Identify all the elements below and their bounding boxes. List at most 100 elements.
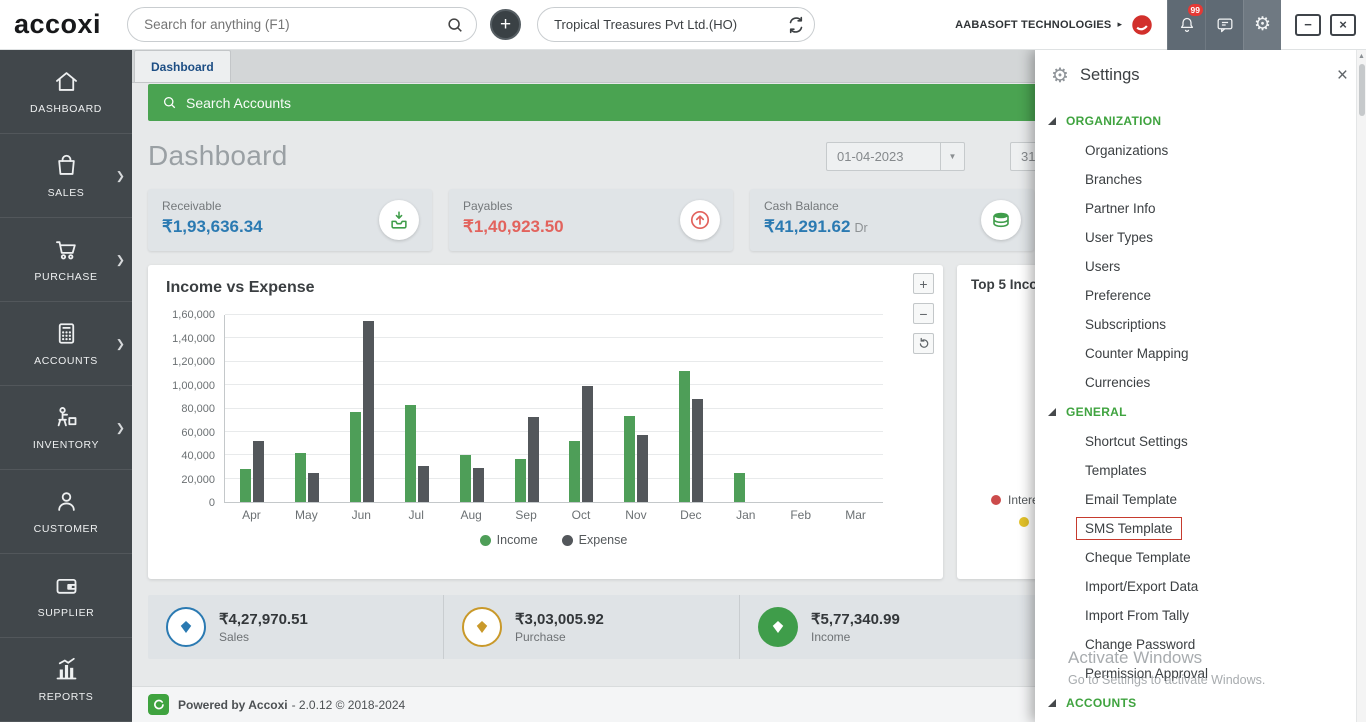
- settings-item-currencies[interactable]: Currencies: [1035, 368, 1356, 397]
- settings-item-branches[interactable]: Branches: [1035, 165, 1356, 194]
- sidebar-item-customer[interactable]: CUSTOMER: [0, 470, 132, 554]
- bar-income-apr[interactable]: [240, 469, 251, 502]
- refresh-button[interactable]: [913, 333, 934, 354]
- bar-group: [828, 315, 883, 502]
- bar-expense-jul[interactable]: [418, 466, 429, 502]
- settings-section-accounts[interactable]: ACCOUNTS: [1035, 688, 1356, 718]
- sidebar-item-inventory[interactable]: INVENTORY ❯: [0, 386, 132, 470]
- add-new-button[interactable]: +: [490, 9, 521, 40]
- company-selector[interactable]: Tropical Treasures Pvt Ltd.(HO): [537, 7, 815, 42]
- bar-income-jul[interactable]: [405, 405, 416, 502]
- powered-by: Powered by Accoxi: [178, 698, 288, 712]
- settings-item-cheque-template[interactable]: Cheque Template: [1035, 543, 1356, 572]
- settings-item-counter-mapping[interactable]: Counter Mapping: [1035, 339, 1356, 368]
- close-window-button[interactable]: ×: [1330, 14, 1356, 36]
- stat-amount: ₹3,03,005.92: [515, 610, 604, 628]
- settings-item-partner-info[interactable]: Partner Info: [1035, 194, 1356, 223]
- bar-expense-nov[interactable]: [637, 435, 648, 502]
- app-window: accoxi + Tropical Treasures Pvt Ltd.(HO)…: [0, 0, 1366, 722]
- settings-item-change-password[interactable]: Change Password: [1035, 630, 1356, 659]
- scroll-up-icon[interactable]: ▲: [1357, 50, 1366, 62]
- settings-item-templates[interactable]: Templates: [1035, 456, 1356, 485]
- bar-income-dec[interactable]: [679, 371, 690, 502]
- bar-expense-dec[interactable]: [692, 399, 703, 502]
- chart-plot: [224, 315, 883, 503]
- x-tick-label: Sep: [499, 508, 554, 522]
- settings-item-user-types[interactable]: User Types: [1035, 223, 1356, 252]
- switch-company-icon[interactable]: [786, 15, 806, 35]
- settings-item-subscriptions[interactable]: Subscriptions: [1035, 310, 1356, 339]
- legend-dot: [991, 495, 1001, 505]
- sidebar-item-dashboard[interactable]: DASHBOARD: [0, 50, 132, 134]
- sidebar-item-supplier[interactable]: SUPPLIER: [0, 554, 132, 638]
- x-tick-label: Mar: [828, 508, 883, 522]
- search-icon[interactable]: [446, 16, 464, 34]
- settings-item-shortcut-settings[interactable]: Shortcut Settings: [1035, 427, 1356, 456]
- feedback-button[interactable]: [1205, 0, 1243, 50]
- settings-item-import-from-tally[interactable]: Import From Tally: [1035, 601, 1356, 630]
- sidebar-item-label: CUSTOMER: [34, 523, 99, 535]
- bar-income-sep[interactable]: [515, 459, 526, 502]
- settings-section-organization[interactable]: ORGANIZATION: [1035, 106, 1356, 136]
- settings-item-organizations[interactable]: Organizations: [1035, 136, 1356, 165]
- bar-income-nov[interactable]: [624, 416, 635, 502]
- search-input[interactable]: [144, 17, 446, 32]
- settings-item-voucher-settings[interactable]: Voucher Settings: [1035, 718, 1356, 722]
- notifications-button[interactable]: 99: [1167, 0, 1205, 50]
- chart-controls: + −: [913, 273, 934, 354]
- collapse-icon: [1048, 699, 1056, 707]
- settings-item-preference[interactable]: Preference: [1035, 281, 1356, 310]
- date-from-value: 01-04-2023: [827, 149, 940, 164]
- home-icon: [53, 68, 80, 95]
- chart-bars: [225, 315, 883, 502]
- app-logo: accoxi: [14, 9, 101, 40]
- bar-expense-may[interactable]: [308, 473, 319, 502]
- x-tick-label: Nov: [608, 508, 663, 522]
- settings-item-users[interactable]: Users: [1035, 252, 1356, 281]
- bar-expense-sep[interactable]: [528, 417, 539, 502]
- zoom-out-button[interactable]: −: [913, 303, 934, 324]
- bar-income-aug[interactable]: [460, 455, 471, 502]
- accoxi-logo-icon: [148, 694, 169, 715]
- close-icon[interactable]: ×: [1337, 66, 1348, 85]
- bar-group: [444, 315, 499, 502]
- chevron-right-icon: ❯: [116, 253, 125, 266]
- bar-income-jan[interactable]: [734, 473, 745, 502]
- card-suffix: Dr: [854, 221, 867, 235]
- settings-item-import-export-data[interactable]: Import/Export Data: [1035, 572, 1356, 601]
- sidebar-item-sales[interactable]: SALES ❯: [0, 134, 132, 218]
- sidebar-item-accounts[interactable]: ACCOUNTS ❯: [0, 302, 132, 386]
- chevron-down-icon[interactable]: ▼: [940, 143, 964, 170]
- sidebar: DASHBOARD SALES ❯ PURCHASE ❯ ACCOUNTS ❯ …: [0, 50, 132, 722]
- global-search[interactable]: [127, 7, 477, 42]
- zoom-in-button[interactable]: +: [913, 273, 934, 294]
- purchase-stat-icon: [462, 607, 502, 647]
- settings-item-permission-approval[interactable]: Permission Approval: [1035, 659, 1356, 688]
- tab-dashboard[interactable]: Dashboard: [134, 50, 231, 82]
- chevron-right-icon: ❯: [116, 337, 125, 350]
- bar-income-oct[interactable]: [569, 441, 580, 502]
- settings-item-sms-template[interactable]: SMS Template: [1035, 514, 1356, 543]
- scrollbar-thumb[interactable]: [1359, 64, 1365, 116]
- settings-button[interactable]: ⚙: [1243, 0, 1281, 50]
- bar-expense-apr[interactable]: [253, 441, 264, 502]
- stat-label: Sales: [219, 630, 308, 644]
- settings-section-general[interactable]: GENERAL: [1035, 397, 1356, 427]
- bar-income-jun[interactable]: [350, 412, 361, 502]
- minimize-button[interactable]: −: [1295, 14, 1321, 36]
- settings-item-email-template[interactable]: Email Template: [1035, 485, 1356, 514]
- stat-label: Income: [811, 630, 900, 644]
- cash-coins-icon: [981, 200, 1021, 240]
- bar-income-may[interactable]: [295, 453, 306, 502]
- bar-expense-jun[interactable]: [363, 321, 374, 502]
- sidebar-item-label: REPORTS: [39, 691, 94, 703]
- gear-icon: ⚙: [1051, 63, 1069, 88]
- sidebar-item-purchase[interactable]: PURCHASE ❯: [0, 218, 132, 302]
- bar-expense-oct[interactable]: [582, 386, 593, 502]
- org-caret-icon: ▸: [1117, 19, 1122, 30]
- sidebar-item-reports[interactable]: REPORTS: [0, 638, 132, 722]
- date-from-input[interactable]: 01-04-2023 ▼: [826, 142, 965, 171]
- settings-scrollbar[interactable]: ▲: [1356, 50, 1366, 722]
- bar-expense-aug[interactable]: [473, 468, 484, 502]
- org-name[interactable]: AABASOFT TECHNOLOGIES: [955, 19, 1111, 31]
